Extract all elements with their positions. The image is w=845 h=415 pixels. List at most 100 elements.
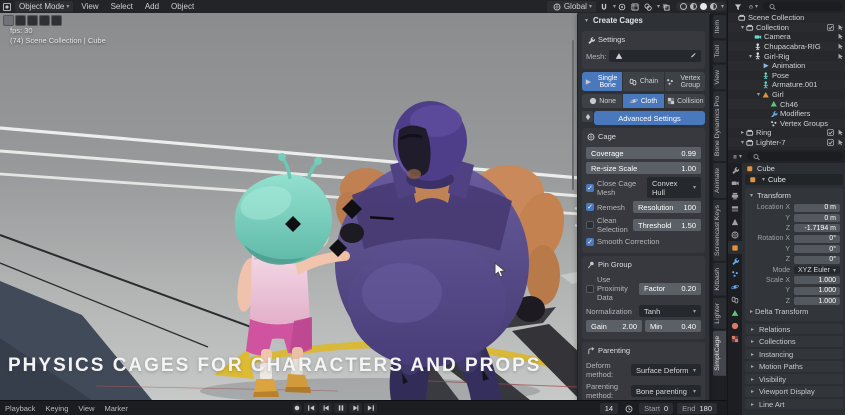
gain-slider[interactable]: Gain2.00 [586, 320, 642, 332]
outliner-filter-icon[interactable] [733, 2, 742, 11]
mesh-field[interactable] [609, 50, 701, 62]
resize-scale-slider[interactable]: Re-size Scale1.00 [586, 162, 701, 174]
outliner-search-input[interactable] [763, 2, 843, 11]
section-instancing[interactable]: ▸Instancing [745, 349, 843, 360]
snap-magnet-icon[interactable] [600, 2, 609, 11]
coverage-slider[interactable]: Coverage0.99 [586, 147, 701, 159]
timeline-menu-playback[interactable]: Playback [0, 404, 40, 413]
outliner-row-girl-rig[interactable]: ▾Girl-Rig [728, 51, 845, 61]
tool-tweak-button[interactable] [3, 15, 14, 26]
properties-tab-camera-icon[interactable] [728, 176, 742, 189]
selectable-cursor-icon[interactable] [836, 139, 844, 147]
sidebar-tab-tool[interactable]: Tool [713, 40, 726, 62]
properties-search-input[interactable] [747, 152, 843, 161]
orientation-dropdown[interactable]: Global▾ [547, 1, 596, 12]
selectable-cursor-icon[interactable] [836, 129, 844, 137]
sidebar-tab-item[interactable]: Item [713, 15, 726, 38]
mode-single-bone-button[interactable]: Single Bone [582, 72, 622, 91]
rotation-value-field[interactable]: 0° [794, 235, 840, 243]
visibility-checkbox[interactable] [826, 129, 834, 137]
outliner-row-modifiers[interactable]: Modifiers [728, 109, 845, 119]
properties-tab-chain-icon[interactable] [728, 293, 742, 306]
frame-start-field[interactable]: Start0 [639, 403, 673, 414]
timeline-menu-keying[interactable]: Keying [40, 404, 73, 413]
menu-object[interactable]: Object [165, 2, 200, 11]
scale-value-field[interactable]: 1.000 [794, 276, 840, 284]
deform-method-dropdown[interactable]: Surface Deform▾ [631, 364, 701, 376]
location-value-field[interactable]: -1.7194 m [794, 224, 840, 232]
panel-collapse-caret[interactable]: ▾ [583, 17, 590, 24]
sidebar-tab-screencast-keys[interactable]: Screencast Keys [713, 200, 726, 261]
section-motion-paths[interactable]: ▸Motion Paths [745, 361, 843, 372]
section-visibility[interactable]: ▸Visibility [745, 374, 843, 385]
previous-keyframe-button[interactable] [319, 403, 332, 413]
shading-dropdown[interactable]: ▾ [721, 3, 724, 10]
min-slider[interactable]: Min0.40 [645, 320, 701, 332]
tool-select-circle-button[interactable] [27, 15, 38, 26]
menu-select[interactable]: Select [105, 2, 139, 11]
section-collections[interactable]: ▸Collections [745, 336, 843, 347]
next-keyframe-button[interactable] [349, 403, 362, 413]
scale-value-field[interactable]: 1.000 [794, 287, 840, 295]
frame-end-field[interactable]: End180 [677, 403, 717, 414]
section-line-art[interactable]: ▸Line Art [745, 399, 843, 410]
threshold-slider[interactable]: Threshold1.50 [633, 219, 701, 231]
current-frame-field[interactable]: 14 [600, 403, 618, 414]
properties-tab-globe-icon[interactable] [728, 228, 742, 241]
eyedropper-icon[interactable] [687, 52, 696, 61]
sidebar-tab-kitbash[interactable]: Kitbash [713, 263, 726, 296]
auto-keying-clock-icon[interactable] [624, 404, 633, 413]
tool-select-box-button[interactable] [15, 15, 26, 26]
section-relations[interactable]: ▸Relations [745, 324, 843, 335]
overlays-dropdown[interactable]: ▾ [657, 3, 660, 10]
outliner-row-girl[interactable]: ▾Girl [728, 90, 845, 100]
close-cage-mesh-checkbox[interactable]: ✓ [586, 184, 594, 192]
visibility-checkbox[interactable] [826, 23, 834, 31]
record-button[interactable] [292, 403, 302, 413]
outliner-row-camera[interactable]: Camera [728, 32, 845, 42]
outliner-row-pose[interactable]: Pose [728, 71, 845, 81]
selectable-cursor-icon[interactable] [836, 23, 844, 31]
jump-to-start-button[interactable] [304, 403, 317, 413]
selectable-cursor-icon[interactable] [836, 33, 844, 41]
menu-view[interactable]: View [75, 2, 104, 11]
properties-tab-layers-icon[interactable] [728, 202, 742, 215]
outliner-row-scene-collection[interactable]: Scene Collection [728, 13, 845, 23]
properties-tab-dots-icon[interactable] [728, 267, 742, 280]
timeline-menu-view[interactable]: View [73, 404, 99, 413]
tool-cursor-button[interactable] [51, 15, 62, 26]
properties-tab-cone-icon[interactable] [728, 215, 742, 228]
type-none-button[interactable]: None [582, 94, 622, 108]
rotation-value-field[interactable]: 0° [794, 256, 840, 264]
remesh-checkbox[interactable]: ✓ [586, 203, 594, 211]
visibility-checkbox[interactable] [826, 139, 834, 147]
overlays-toggle-icon[interactable] [644, 2, 653, 11]
shading-solid-button[interactable] [690, 3, 697, 10]
outliner-display-mode-dropdown[interactable]: ▾ [749, 2, 758, 11]
section-viewport-display[interactable]: ▸Viewport Display [745, 386, 843, 397]
timeline-menu-marker[interactable]: Marker [100, 404, 133, 413]
resolution-slider[interactable]: Resolution100 [633, 201, 701, 213]
mode-dropdown[interactable]: Object Mode▾ [15, 1, 73, 12]
editor-type-icon[interactable] [2, 2, 11, 11]
mode-chain-button[interactable]: Chain [623, 72, 663, 91]
normalization-dropdown[interactable]: Tanh▾ [639, 305, 701, 317]
outliner-row-lighter-7[interactable]: ▾Lighter-7 [728, 138, 845, 148]
type-collision-button[interactable]: Collision [665, 94, 705, 108]
convex-hull-dropdown[interactable]: Convex Hull▾ [647, 177, 701, 198]
proportional-edit-icon[interactable] [618, 2, 627, 11]
properties-tab-wrench2-icon[interactable] [728, 254, 742, 267]
selectable-cursor-icon[interactable] [836, 43, 844, 51]
properties-tab-printer-icon[interactable] [728, 189, 742, 202]
sidebar-tab-animate[interactable]: Animate [713, 163, 726, 198]
type-cloth-button[interactable]: Cloth [623, 94, 663, 108]
rotation-mode-dropdown[interactable]: XYZ Euler▾ [794, 266, 840, 274]
sidebar-tab-bone-dynamics-pro[interactable]: Bone Dynamics Pro [713, 91, 726, 161]
pause-button[interactable] [334, 403, 347, 413]
xray-toggle-icon[interactable] [662, 2, 671, 11]
rotation-value-field[interactable]: 0° [794, 245, 840, 253]
delta-transform-row[interactable]: ▸Delta Transform [748, 307, 840, 317]
outliner-row-armature-001[interactable]: Armature.001 [728, 80, 845, 90]
properties-tab-checker-icon[interactable] [728, 332, 742, 345]
snap-options-dropdown[interactable]: ▾ [613, 3, 616, 10]
